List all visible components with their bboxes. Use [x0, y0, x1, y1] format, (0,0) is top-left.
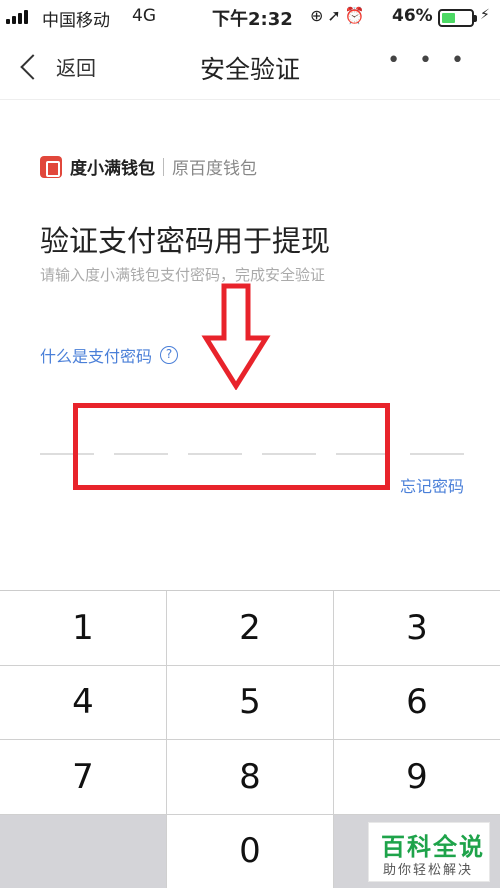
key-3[interactable]: 3 — [334, 591, 500, 665]
question-icon: ? — [160, 346, 179, 364]
key-8[interactable]: 8 — [167, 740, 333, 814]
highlight-box-annotation — [73, 403, 390, 490]
forgot-password-link[interactable]: 忘记密码 — [400, 473, 464, 497]
brand-header: 度小满钱包 原百度钱包 — [40, 154, 257, 179]
battery-icon — [438, 9, 477, 27]
status-icons: ⊕➚⏰ — [310, 6, 369, 25]
nav-bar: 返回 安全验证 • • • — [0, 34, 500, 100]
divider — [163, 157, 164, 176]
rotation-lock-icon: ⊕ — [310, 6, 328, 25]
key-7[interactable]: 7 — [0, 740, 166, 814]
help-link-label: 什么是支付密码 — [40, 347, 153, 366]
verify-heading: 验证支付密码用于提现 — [40, 224, 331, 258]
key-1[interactable]: 1 — [0, 591, 166, 665]
key-2[interactable]: 2 — [167, 591, 333, 665]
key-5[interactable]: 5 — [167, 665, 333, 739]
carrier-label: 中国移动 — [42, 11, 110, 31]
what-is-pay-password-link[interactable]: 什么是支付密码 ? — [40, 343, 179, 367]
more-options-icon[interactable]: • • • — [387, 48, 470, 73]
location-icon: ➚ — [327, 6, 345, 25]
watermark-subtitle: 助你轻松解决 — [383, 863, 474, 878]
key-blank — [0, 814, 166, 888]
signal-icon — [6, 10, 28, 24]
key-6[interactable]: 6 — [334, 665, 500, 739]
status-bar: 中国移动 4G 下午2:32 ⊕➚⏰ 46% ⚡ — [0, 0, 500, 34]
battery-percent: 46% — [392, 6, 433, 26]
clock: 下午2:32 — [212, 9, 293, 30]
key-9[interactable]: 9 — [334, 740, 500, 814]
charging-icon: ⚡ — [480, 7, 490, 23]
network-label: 4G — [132, 6, 156, 26]
watermark-title: 百科全说 — [381, 833, 485, 861]
brand-subtitle: 原百度钱包 — [172, 159, 257, 179]
brand-name: 度小满钱包 — [70, 159, 155, 179]
key-0[interactable]: 0 — [167, 814, 333, 888]
watermark-logo: 百科全说 助你轻松解决 — [368, 822, 490, 882]
wallet-logo-icon — [40, 155, 62, 178]
down-arrow-annotation — [201, 283, 271, 390]
verify-subtitle: 请输入度小满钱包支付密码，完成安全验证 — [40, 266, 326, 284]
alarm-icon: ⏰ — [344, 6, 369, 25]
password-slot — [410, 453, 464, 455]
key-4[interactable]: 4 — [0, 665, 166, 739]
